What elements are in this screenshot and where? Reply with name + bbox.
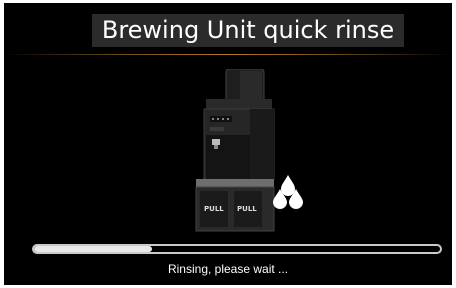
status-text: Rinsing, please wait ... <box>167 262 289 276</box>
coffee-machine-icon: PULL PULL <box>195 69 275 232</box>
progress-fill <box>34 246 152 252</box>
rinse-progress-bar <box>32 244 442 254</box>
pull-label-left: PULL <box>204 205 224 213</box>
rinse-screen: Brewing Unit quick rinse PULL PULL Rinsi… <box>4 3 452 285</box>
water-drops-icon <box>273 175 303 209</box>
pull-label-right: PULL <box>237 205 257 213</box>
title-divider <box>4 54 452 55</box>
screen-title: Brewing Unit quick rinse <box>92 14 404 47</box>
